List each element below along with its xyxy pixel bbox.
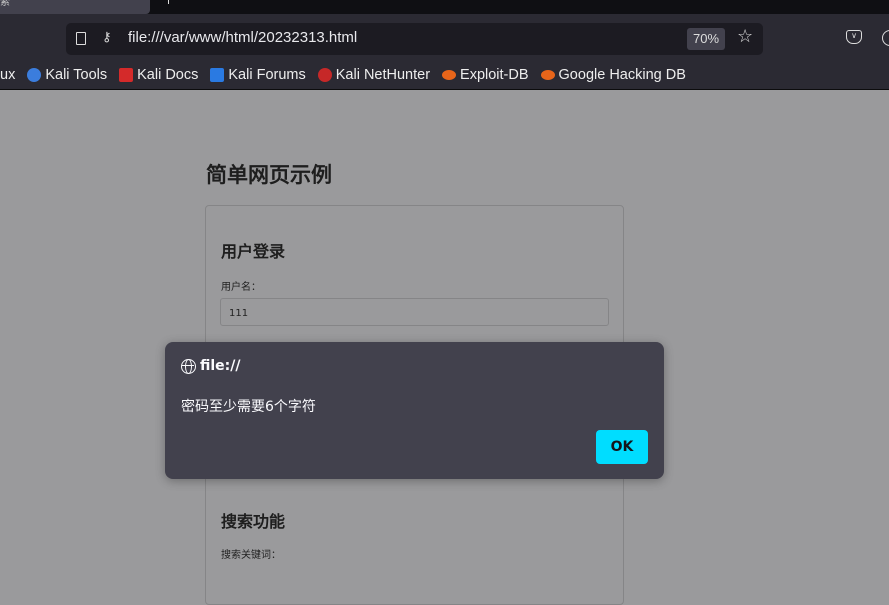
kali-forums-icon (210, 67, 225, 82)
login-heading: 用户登录 (221, 242, 286, 261)
bookmark-google-hacking-db[interactable]: Google Hacking DB (540, 66, 686, 83)
globe-icon (181, 358, 196, 374)
bookmarks-bar: ux Kali Tools Kali Docs Kali Forums Kali… (0, 60, 889, 90)
tab-active[interactable]: 索 (0, 0, 150, 14)
key-icon[interactable]: ⚷ (102, 30, 112, 45)
tab-bar: 索 (0, 0, 889, 14)
bookmark-label: Kali Tools (45, 66, 108, 83)
page-icon (76, 32, 86, 45)
bookmark-label: Kali Docs (137, 66, 199, 83)
bookmark-star-icon[interactable]: ☆ (737, 26, 753, 47)
kali-nethunter-icon (317, 67, 332, 82)
bookmark-kali-forums[interactable]: Kali Forums (210, 66, 306, 83)
kali-tools-icon (27, 67, 42, 82)
tab-label: 索 (0, 0, 10, 8)
pocket-icon[interactable]: ∨ (846, 30, 862, 44)
search-heading: 搜索功能 (221, 512, 286, 531)
username-input[interactable]: 111 (220, 298, 609, 326)
kali-docs-icon (119, 67, 134, 82)
ok-button[interactable]: OK (596, 430, 648, 464)
bookmark-label: Kali NetHunter (335, 66, 431, 83)
bookmark-label: Kali Forums (228, 66, 306, 83)
url-text[interactable]: file:///var/www/html/20232313.html (128, 29, 357, 46)
dialog-title: file:// (181, 358, 241, 374)
dialog-origin: file:// (200, 358, 241, 374)
zoom-level-button[interactable]: 70% (687, 28, 725, 50)
bookmark-label: ux (0, 66, 16, 83)
bookmark-exploit-db[interactable]: Exploit-DB (442, 67, 529, 83)
bookmark-kali-tools[interactable]: Kali Tools (27, 67, 107, 83)
page-content: 简单网页示例 用户登录 用户名： 111 搜索功能 搜索关键词： (0, 91, 889, 605)
page-title: 简单网页示例 (206, 163, 332, 187)
bookmark-label: Exploit-DB (460, 66, 529, 83)
tab-separator (168, 0, 169, 4)
account-icon[interactable] (882, 30, 889, 46)
search-keyword-label: 搜索关键词： (221, 550, 281, 561)
ghdb-icon (540, 69, 555, 80)
bookmark-kali-nethunter[interactable]: Kali NetHunter (317, 66, 431, 83)
bookmark-kali-docs[interactable]: Kali Docs (119, 67, 198, 83)
exploit-db-icon (442, 69, 457, 80)
bookmark-linux[interactable]: ux (0, 67, 15, 83)
dialog-message: 密码至少需要6个字符 (181, 399, 316, 415)
url-bar[interactable]: ⚷ file:///var/www/html/20232313.html 70%… (66, 23, 763, 55)
bookmark-label: Google Hacking DB (558, 66, 686, 83)
username-label: 用户名： (221, 282, 261, 293)
alert-dialog: file:// 密码至少需要6个字符 OK (165, 342, 664, 479)
nav-toolbar: ⚷ file:///var/www/html/20232313.html 70%… (0, 14, 889, 60)
